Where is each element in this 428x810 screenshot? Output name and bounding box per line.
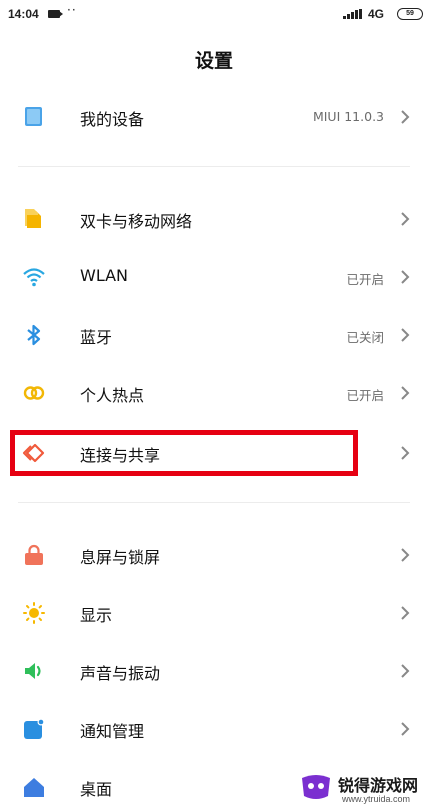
watermark-text: 锐得游戏网 [338,776,419,795]
home-icon [22,776,46,798]
sim-card-icon [22,208,46,230]
chevron-right-icon [400,327,410,343]
chevron-right-icon [400,721,410,737]
item-label: 声音与振动 [80,664,161,683]
network-type: 4G [368,7,385,21]
chevron-right-icon [400,547,410,563]
device-icon [22,106,46,128]
item-label: 显示 [80,606,113,625]
battery-icon: 59 [397,8,423,20]
signal-strength-icon [343,9,363,19]
item-label: 息屏与锁屏 [80,548,161,567]
section-divider [18,502,410,503]
section-divider [18,166,410,167]
item-label: 个人热点 [80,386,145,405]
item-value: 已开启 [346,272,384,287]
bluetooth-icon [22,324,46,346]
item-label: 桌面 [80,780,113,799]
item-label: 蓝牙 [80,328,113,347]
watermark-logo-icon [298,772,334,802]
display-sun-icon [22,602,46,624]
settings-item-lock-screen[interactable]: 息屏与锁屏 [0,526,428,584]
notification-icon [22,718,46,740]
settings-item-bluetooth[interactable]: 蓝牙 已关闭 [0,306,428,364]
hotspot-icon [22,382,46,404]
chevron-right-icon [400,663,410,679]
item-label: 双卡与移动网络 [80,212,193,231]
item-label: WLAN [80,266,129,285]
settings-item-display[interactable]: 显示 [0,584,428,642]
lock-icon [22,544,46,566]
video-record-icon [48,10,63,18]
chevron-right-icon [400,109,410,125]
wifi-icon [22,266,46,288]
settings-item-sound[interactable]: 声音与振动 [0,642,428,700]
chevron-right-icon [400,445,410,461]
settings-item-hotspot[interactable]: 个人热点 已开启 [0,364,428,422]
chevron-right-icon [400,269,410,285]
highlight-box [10,430,358,476]
chevron-right-icon [400,605,410,621]
sound-icon [22,660,46,682]
settings-item-dual-sim[interactable]: 双卡与移动网络 [0,190,428,248]
chevron-right-icon [400,385,410,401]
chevron-right-icon [400,211,410,227]
settings-item-my-device[interactable]: 我的设备 MIUI 11.0.3 [0,88,428,146]
status-more-dots: ·· [67,3,77,17]
settings-item-notifications[interactable]: 通知管理 [0,700,428,758]
status-bar: 14:04 ·· 4G 59 [0,0,428,30]
status-time: 14:04 [8,7,39,21]
item-value: MIUI 11.0.3 [312,109,384,124]
item-label: 我的设备 [80,110,145,129]
page-title: 设置 [194,50,233,72]
item-value: 已开启 [346,388,384,403]
watermark: 锐得游戏网 www.ytruida.com [290,770,428,810]
item-value: 已关闭 [346,330,384,345]
settings-item-wlan[interactable]: WLAN 已开启 [0,248,428,306]
watermark-url: www.ytruida.com [342,794,411,804]
item-label: 通知管理 [80,722,145,741]
